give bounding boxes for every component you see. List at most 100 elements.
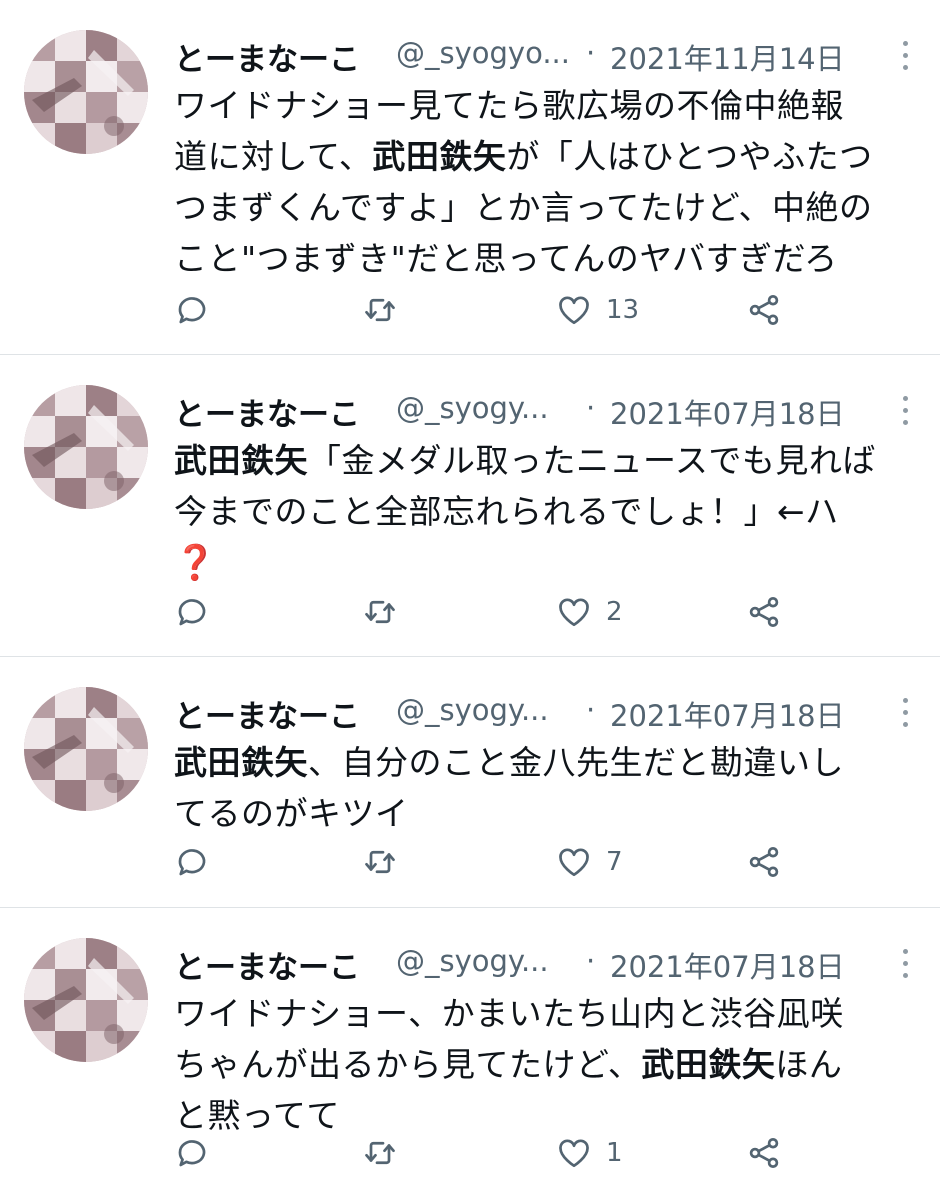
text-segment: ワイドナショー見てたら歌広場の不倫中絶報 xyxy=(174,86,844,125)
tweet-text: ワイドナショー、かまいたち山内と渋谷凪咲ちゃんが出るから見てたけど、武田鉄矢ほん… xyxy=(174,988,922,1141)
share-button[interactable] xyxy=(746,285,782,335)
tweet-text-line: 道に対して、武田鉄矢が「人はひとつやふたつ xyxy=(174,131,922,182)
like-count: 2 xyxy=(606,597,623,627)
tweet-text-line: 今までのこと全部忘れられるでしょ！」←ハ xyxy=(174,486,922,537)
share-icon xyxy=(749,597,779,627)
display-name[interactable]: とーまなーこ xyxy=(174,34,360,79)
heart-icon xyxy=(559,1139,589,1168)
tweet-actions: 13 xyxy=(174,285,922,335)
tweet-date[interactable]: 2021年07月18日 xyxy=(610,944,845,986)
tweet-actions: 1 xyxy=(174,1128,922,1178)
heart-icon xyxy=(559,296,589,325)
text-segment: こと"つまずき"だと思ってんのヤバすぎだろ xyxy=(174,239,838,278)
separator-dot: · xyxy=(586,693,596,727)
separator-dot: · xyxy=(586,391,596,425)
retweet-icon xyxy=(365,850,395,874)
tweet-header: とーまなーこ @_syogy... · 2021年07月18日 xyxy=(174,934,922,988)
user-handle[interactable]: @_syogy... xyxy=(396,693,574,727)
question-emoji: ❓ xyxy=(174,543,217,583)
text-segment: 今までのこと全部忘れられるでしょ！」←ハ xyxy=(174,492,839,531)
like-count: 1 xyxy=(606,1138,623,1168)
display-name[interactable]: とーまなーこ xyxy=(174,691,360,736)
highlighted-term: 武田鉄矢 xyxy=(174,441,308,480)
more-dots-icon[interactable] xyxy=(898,393,912,429)
avatar-image xyxy=(24,30,148,154)
more-dots-icon[interactable] xyxy=(898,38,912,74)
text-segment: ワイドナショー、かまいたち山内と渋谷凪咲 xyxy=(174,994,844,1033)
text-segment: ほん xyxy=(775,1045,843,1084)
user-handle[interactable]: @_syogy... xyxy=(396,944,574,978)
tweet-text-line: こと"つまずき"だと思ってんのヤバすぎだろ xyxy=(174,233,922,284)
avatar[interactable] xyxy=(24,30,148,154)
retweet-button[interactable] xyxy=(362,285,412,335)
share-icon xyxy=(749,295,779,325)
retweet-button[interactable] xyxy=(362,1128,412,1178)
display-name[interactable]: とーまなーこ xyxy=(174,389,360,434)
avatar[interactable] xyxy=(24,938,148,1062)
share-button[interactable] xyxy=(746,587,782,637)
tweet-text: 武田鉄矢「金メダル取ったニュースでも見れば今までのこと全部忘れられるでしょ！」←… xyxy=(174,435,922,589)
reply-button[interactable] xyxy=(174,285,224,335)
tweet-date[interactable]: 2021年07月18日 xyxy=(610,693,845,735)
tweet-text-line: 武田鉄矢「金メダル取ったニュースでも見れば xyxy=(174,435,922,486)
tweet-text-line: ワイドナショー、かまいたち山内と渋谷凪咲 xyxy=(174,988,922,1039)
reply-button[interactable] xyxy=(174,1128,224,1178)
reply-icon xyxy=(178,849,206,876)
heart-icon xyxy=(559,598,589,627)
separator-dot: · xyxy=(586,36,596,70)
separator-dot: · xyxy=(586,944,596,978)
timeline: とーまなーこ @_syogyo... · 2021年11月14日 ワイドナショー… xyxy=(0,0,940,1200)
reply-icon xyxy=(178,1140,206,1167)
tweet-date[interactable]: 2021年11月14日 xyxy=(610,36,845,78)
text-segment: が「人はひとつやふたつ xyxy=(506,137,873,176)
share-button[interactable] xyxy=(746,837,782,887)
tweet-3[interactable]: とーまなーこ @_syogy... · 2021年07月18日 武田鉄矢、自分の… xyxy=(0,657,940,908)
tweet-text-line: ちゃんが出るから見てたけど、武田鉄矢ほん xyxy=(174,1039,922,1090)
reply-icon xyxy=(178,599,206,626)
tweet-text-line: ❓ xyxy=(174,537,922,589)
text-segment: 、自分のこと金八先生だと勘違いし xyxy=(308,743,844,782)
display-name[interactable]: とーまなーこ xyxy=(174,942,360,987)
tweet-date[interactable]: 2021年07月18日 xyxy=(610,391,845,433)
avatar[interactable] xyxy=(24,385,148,509)
like-count: 13 xyxy=(606,295,640,325)
tweet-4[interactable]: とーまなーこ @_syogy... · 2021年07月18日 ワイドナショー、… xyxy=(0,908,940,1200)
avatar-image xyxy=(24,938,148,1062)
share-button[interactable] xyxy=(746,1128,782,1178)
more-dots-icon[interactable] xyxy=(898,695,912,731)
tweet-text-line: つまずくんですよ」とか言ってたけど、中絶の xyxy=(174,182,922,233)
avatar-image xyxy=(24,687,148,811)
retweet-button[interactable] xyxy=(362,837,412,887)
retweet-icon xyxy=(365,1141,395,1165)
avatar[interactable] xyxy=(24,687,148,811)
text-segment: 道に対して、 xyxy=(174,137,373,176)
highlighted-term: 武田鉄矢 xyxy=(174,743,308,782)
tweet-text-line: 武田鉄矢、自分のこと金八先生だと勘違いし xyxy=(174,737,922,788)
more-dots-icon[interactable] xyxy=(898,946,912,982)
reply-icon xyxy=(178,297,206,324)
reply-button[interactable] xyxy=(174,837,224,887)
tweet-1[interactable]: とーまなーこ @_syogyo... · 2021年11月14日 ワイドナショー… xyxy=(0,0,940,355)
tweet-actions: 2 xyxy=(174,587,922,637)
tweet-actions: 7 xyxy=(174,837,922,887)
retweet-icon xyxy=(365,298,395,322)
highlighted-term: 武田鉄矢 xyxy=(641,1045,776,1084)
tweet-2[interactable]: とーまなーこ @_syogy... · 2021年07月18日 武田鉄矢「金メダ… xyxy=(0,355,940,657)
retweet-button[interactable] xyxy=(362,587,412,637)
user-handle[interactable]: @_syogyo... xyxy=(396,36,574,70)
like-button[interactable]: 2 xyxy=(556,587,623,637)
like-button[interactable]: 1 xyxy=(556,1128,623,1178)
tweet-header: とーまなーこ @_syogyo... · 2021年11月14日 xyxy=(174,26,922,80)
user-handle[interactable]: @_syogy... xyxy=(396,391,574,425)
share-icon xyxy=(749,847,779,877)
reply-button[interactable] xyxy=(174,587,224,637)
text-segment: てるのがキツイ xyxy=(174,794,409,833)
tweet-header: とーまなーこ @_syogy... · 2021年07月18日 xyxy=(174,381,922,435)
like-button[interactable]: 7 xyxy=(556,837,623,887)
highlighted-term: 武田鉄矢 xyxy=(372,137,507,176)
like-count: 7 xyxy=(606,847,623,877)
text-segment: つまずくんですよ」とか言ってたけど、中絶の xyxy=(174,188,873,227)
tweet-header: とーまなーこ @_syogy... · 2021年07月18日 xyxy=(174,683,922,737)
like-button[interactable]: 13 xyxy=(556,285,639,335)
heart-icon xyxy=(559,848,589,877)
